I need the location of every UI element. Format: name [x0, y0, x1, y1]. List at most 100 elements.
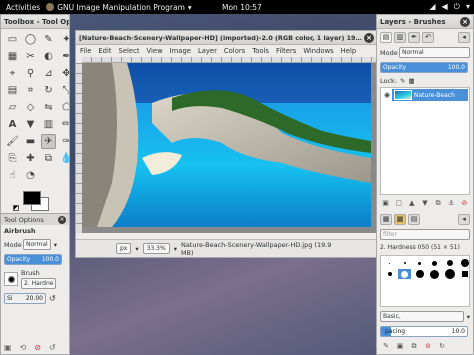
paths-tab-icon[interactable]: ✒: [408, 31, 420, 43]
expand-icon[interactable]: ◂: [458, 213, 470, 225]
brush-item[interactable]: [413, 258, 426, 268]
patterns-tab-icon[interactable]: ▩: [394, 213, 406, 225]
layers-titlebar[interactable]: Layers - Brushes ×: [377, 15, 473, 29]
dodge-burn-icon[interactable]: ◔: [23, 168, 38, 183]
channels-tab-icon[interactable]: ▥: [394, 31, 406, 43]
brush-item-selected[interactable]: [398, 269, 411, 279]
fuzzy-select-icon[interactable]: ✦: [59, 32, 69, 47]
foreground-select-icon[interactable]: ◐: [41, 49, 56, 64]
opacity-slider[interactable]: Opacity 100.0: [4, 254, 62, 265]
smudge-icon[interactable]: ☝: [5, 168, 20, 183]
reset-all-icon[interactable]: ↺: [49, 343, 56, 352]
shear-icon[interactable]: ▱: [5, 100, 20, 115]
duplicate-layer-icon[interactable]: ⧉: [434, 198, 443, 208]
move-icon[interactable]: ✥: [59, 66, 69, 81]
blur-icon[interactable]: 💧: [59, 151, 69, 166]
delete-icon[interactable]: ⊘: [34, 343, 41, 352]
new-brush-icon[interactable]: ▣: [395, 341, 405, 351]
menu-help[interactable]: Help: [341, 47, 357, 55]
brush-item[interactable]: [458, 269, 471, 279]
lock-pixels-icon[interactable]: ✎: [400, 77, 405, 85]
brush-item[interactable]: [428, 258, 441, 268]
brush-item[interactable]: [443, 258, 456, 268]
system-tray[interactable]: ◢ ◀ ⏻ ▾: [429, 2, 470, 12]
reset-icon[interactable]: ↺: [49, 294, 56, 303]
align-icon[interactable]: ▤: [5, 83, 20, 98]
layer-mode-select[interactable]: Normal: [399, 47, 470, 58]
zoom-icon[interactable]: ⚲: [23, 66, 38, 81]
canvas-area[interactable]: [76, 63, 377, 233]
perspective-icon[interactable]: ◇: [23, 100, 38, 115]
refresh-icon[interactable]: ↻: [437, 341, 447, 351]
delete-brush-icon[interactable]: ⊘: [423, 341, 433, 351]
ellipse-select-icon[interactable]: ◯: [23, 32, 38, 47]
layers-tab-icon[interactable]: ▤: [380, 31, 392, 43]
foreground-color[interactable]: [23, 191, 41, 205]
undo-tab-icon[interactable]: ↶: [422, 31, 434, 43]
duplicate-brush-icon[interactable]: ⧉: [409, 341, 419, 351]
flip-icon[interactable]: ⇋: [41, 100, 56, 115]
menu-file[interactable]: File: [80, 47, 91, 55]
brush-item[interactable]: [413, 269, 426, 279]
perspective-clone-icon[interactable]: ⧉: [41, 151, 56, 166]
select-by-color-icon[interactable]: ▦: [5, 49, 20, 64]
free-select-icon[interactable]: ✎: [41, 32, 56, 47]
lock-alpha-icon[interactable]: ▦: [408, 77, 414, 85]
save-icon[interactable]: ▣: [4, 343, 12, 352]
heal-icon[interactable]: ✚: [23, 151, 38, 166]
pencil-icon[interactable]: ✏: [59, 117, 69, 132]
clock[interactable]: Mon 10:57: [222, 3, 262, 12]
bucket-fill-icon[interactable]: ▼: [23, 117, 38, 132]
image-canvas[interactable]: [82, 63, 371, 227]
menu-image[interactable]: Image: [170, 47, 191, 55]
rotate-icon[interactable]: ↻: [41, 83, 56, 98]
brush-item[interactable]: [428, 269, 441, 279]
toolbox-titlebar[interactable]: Toolbox - Tool Opti ×: [1, 15, 69, 29]
text-icon[interactable]: A: [5, 117, 20, 132]
raise-layer-icon[interactable]: ▲: [407, 198, 416, 208]
size-slider[interactable]: Si 20.00: [4, 293, 46, 304]
crop-icon[interactable]: ⌗: [23, 83, 38, 98]
spacing-slider[interactable]: pacing 10.0: [380, 326, 468, 337]
close-icon[interactable]: ×: [58, 215, 66, 224]
scale-icon[interactable]: ⤡: [59, 83, 70, 98]
menu-edit[interactable]: Edit: [98, 47, 111, 55]
airbrush-icon[interactable]: ✈: [41, 134, 56, 149]
lower-layer-icon[interactable]: ▼: [420, 198, 429, 208]
edit-brush-icon[interactable]: ✎: [381, 341, 391, 351]
blend-icon[interactable]: ▥: [41, 117, 56, 132]
activities-button[interactable]: Activities: [0, 3, 46, 12]
eraser-icon[interactable]: ▬: [23, 134, 38, 149]
brush-item[interactable]: [398, 258, 411, 268]
tool-options-tab[interactable]: Tool Options ×: [1, 213, 69, 225]
app-menu[interactable]: GNU Image Manipulation Program ▾: [46, 3, 192, 12]
brush-item[interactable]: [383, 258, 396, 268]
mode-select[interactable]: Normal: [23, 239, 51, 250]
restore-icon[interactable]: ⟲: [20, 343, 27, 352]
brushes-tab-icon[interactable]: ▦: [380, 213, 392, 225]
brush-item[interactable]: [383, 269, 396, 279]
new-layer-icon[interactable]: ▣: [381, 198, 390, 208]
menu-layer[interactable]: Layer: [198, 47, 217, 55]
color-picker-icon[interactable]: ⌖: [5, 66, 20, 81]
brush-preview[interactable]: [4, 272, 18, 286]
measure-icon[interactable]: ⊿: [41, 66, 56, 81]
menu-tools[interactable]: Tools: [252, 47, 269, 55]
layer-item[interactable]: ◉ Nature-Beach: [382, 89, 468, 101]
close-icon[interactable]: ×: [364, 32, 374, 43]
cage-icon[interactable]: ⬠: [59, 100, 69, 115]
ink-icon[interactable]: ✑: [59, 134, 69, 149]
rect-select-icon[interactable]: ▭: [5, 32, 20, 47]
unit-select[interactable]: px: [116, 243, 132, 254]
image-titlebar[interactable]: [Nature-Beach-Scenery-Wallpaper-HD] (imp…: [76, 31, 377, 45]
layer-group-icon[interactable]: ▢: [394, 198, 403, 208]
scissors-icon[interactable]: ✂: [23, 49, 38, 64]
menu-colors[interactable]: Colors: [224, 47, 245, 55]
menu-windows[interactable]: Windows: [303, 47, 333, 55]
expand-icon[interactable]: ◂: [458, 31, 470, 43]
default-colors-icon[interactable]: [13, 205, 19, 211]
eye-icon[interactable]: ◉: [382, 89, 392, 101]
clone-icon[interactable]: ⎘: [5, 151, 20, 166]
layer-opacity-slider[interactable]: Opacity 100.0: [380, 62, 468, 73]
menu-select[interactable]: Select: [119, 47, 140, 55]
